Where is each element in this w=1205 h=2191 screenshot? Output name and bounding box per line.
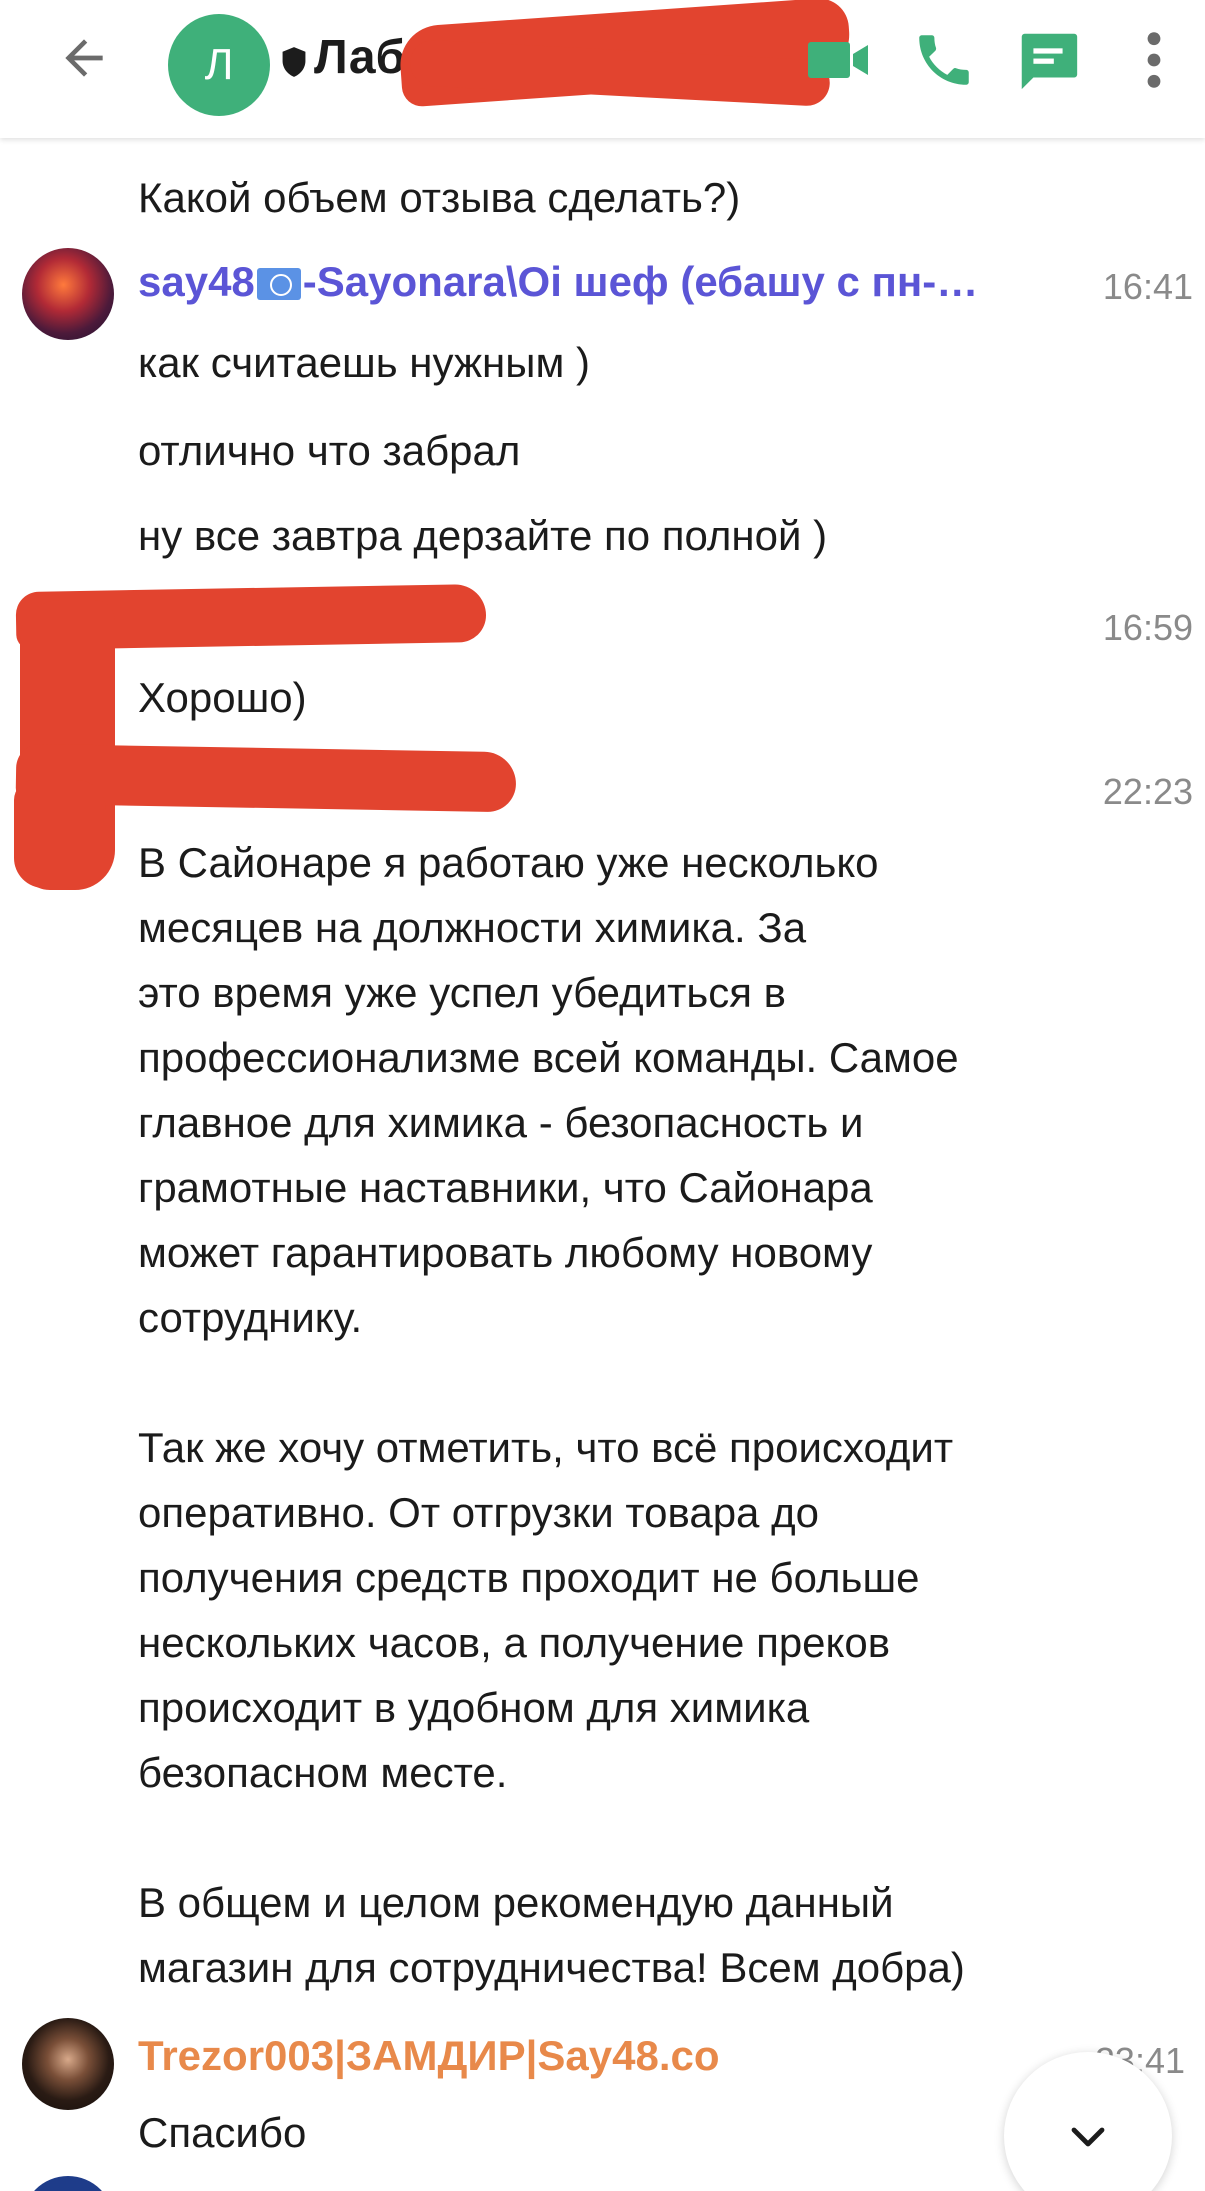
- avatar[interactable]: [22, 2176, 114, 2191]
- message-time: 22:23: [1102, 771, 1193, 812]
- shield-icon: [282, 47, 306, 77]
- message-text: как считаешь нужным ): [138, 339, 590, 386]
- message-text: В Сайонаре я работаю уже несколько месяц…: [138, 839, 965, 1991]
- sender-name[interactable]: say48 -Sayonara\Oi шеф (ебашу с пн-…: [138, 258, 978, 306]
- message-text: Какой объем отзыва сделать?): [138, 174, 741, 221]
- sender-name[interactable]: Trezor003|ЗАМДИР|Say48.co: [138, 2032, 720, 2080]
- avatar-letter: Л: [204, 40, 234, 89]
- chat-header: Л Лаба: [0, 0, 1205, 138]
- chat-avatar[interactable]: Л: [168, 14, 270, 116]
- message-time: 16:59: [1102, 607, 1193, 648]
- more-button[interactable]: [1116, 22, 1192, 98]
- chat-screen: Л Лаба Какой объем отзыва сделать?) say4…: [0, 0, 1205, 2191]
- message-time: 16:41: [1102, 266, 1193, 307]
- avatar[interactable]: [22, 248, 114, 340]
- back-arrow-icon: [65, 39, 103, 77]
- sender-name-prefix: say48: [138, 258, 255, 305]
- message-text: Хорошо): [138, 674, 307, 721]
- un-flag-icon: [256, 268, 301, 300]
- sender-name-suffix: -Sayonara\Oi шеф (ебашу с пн-…: [302, 258, 979, 305]
- phone-icon: [919, 35, 969, 85]
- call-button[interactable]: [906, 22, 982, 98]
- video-call-icon: [808, 42, 868, 78]
- video-call-button[interactable]: [800, 22, 876, 98]
- message-text: Спасибо: [138, 2109, 307, 2156]
- more-vertical-icon: [1147, 32, 1161, 88]
- chat-button[interactable]: [1010, 22, 1086, 98]
- message-text: ну все завтра дерзайте по полной ): [138, 512, 828, 559]
- chevron-down-icon: [1071, 2127, 1105, 2147]
- redaction-mark: [14, 780, 106, 888]
- avatar[interactable]: [22, 2018, 114, 2110]
- back-button[interactable]: [52, 26, 116, 90]
- message-text: отлично что забрал: [138, 427, 521, 474]
- chat-icon: [1021, 33, 1078, 90]
